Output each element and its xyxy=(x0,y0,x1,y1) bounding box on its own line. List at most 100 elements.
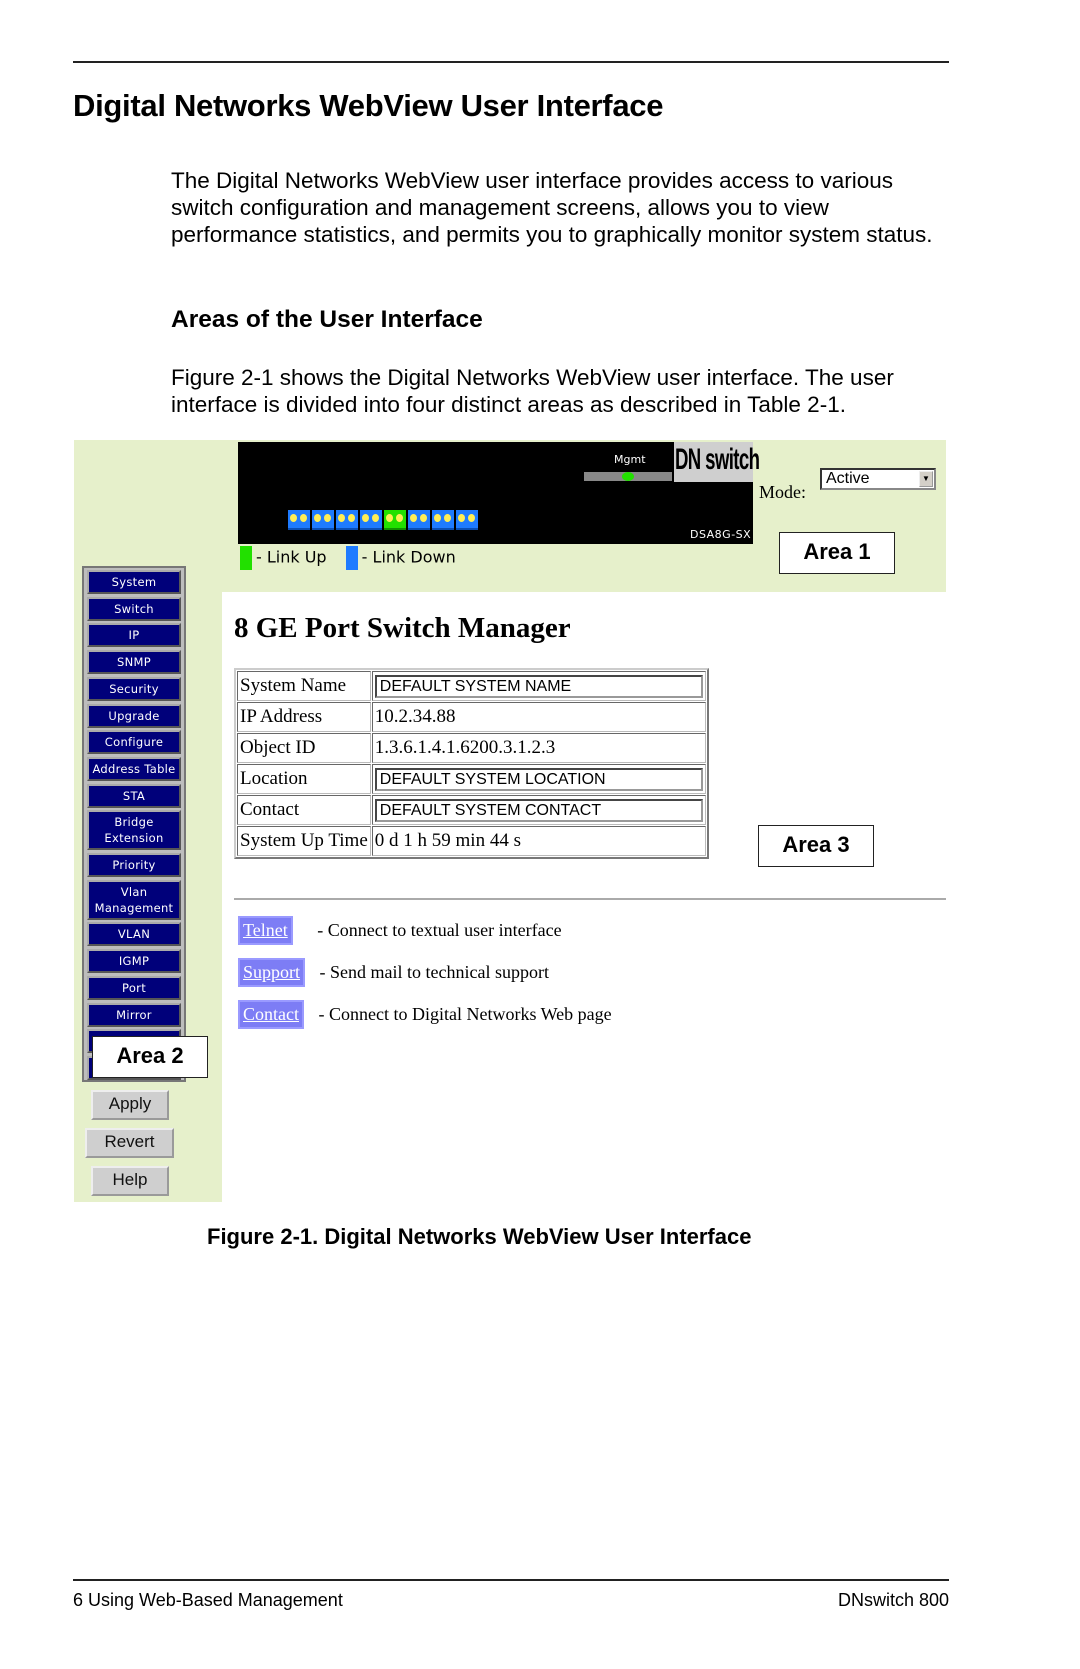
support-link[interactable]: Support xyxy=(238,958,306,987)
port-led-icon xyxy=(362,514,369,522)
system-name-input[interactable]: DEFAULT SYSTEM NAME xyxy=(374,674,703,698)
nav-item-system[interactable]: System xyxy=(87,570,181,594)
table-row: Object ID 1.3.6.1.4.1.6200.3.1.2.3 xyxy=(237,733,706,763)
contact-input[interactable]: DEFAULT SYSTEM CONTACT xyxy=(374,798,703,822)
table-row: Contact DEFAULT SYSTEM CONTACT xyxy=(237,795,706,825)
nav-item-security[interactable]: Security xyxy=(87,676,181,701)
nav-item-vlan[interactable]: VLAN xyxy=(87,922,181,947)
location-input[interactable]: DEFAULT SYSTEM LOCATION xyxy=(374,767,703,791)
area-1-label: Area 1 xyxy=(779,532,895,574)
nav-item-priority[interactable]: Priority xyxy=(87,853,181,877)
apply-button[interactable]: Apply xyxy=(91,1090,169,1120)
port-led-icon xyxy=(396,514,403,522)
port-7-icon[interactable] xyxy=(432,510,454,530)
mode-label: Mode: xyxy=(759,482,806,502)
link-up-swatch xyxy=(240,546,252,570)
link-row-support: Support - Send mail to technical support xyxy=(238,958,549,987)
footer-right: DNswitch 800 xyxy=(837,1590,949,1610)
link-legend: - Link Up - Link Down xyxy=(240,546,456,570)
port-led-icon xyxy=(338,514,345,522)
port-led-icon xyxy=(444,514,451,522)
footer-left: 6 Using Web-Based Management xyxy=(73,1590,343,1610)
port-led-icon xyxy=(300,514,307,522)
subsection-heading: Areas of the User Interface xyxy=(171,306,483,333)
figure-screenshot: Mgmt DN switch DSA8G-SX Mode: Active ▼ -… xyxy=(74,440,946,1202)
top-rule xyxy=(73,61,949,63)
port-led-icon xyxy=(458,514,465,522)
mode-value: Active xyxy=(826,470,870,487)
port-led-icon xyxy=(468,514,475,522)
port-led-icon xyxy=(348,514,355,522)
mode-select[interactable]: Active ▼ xyxy=(820,468,936,490)
nav-item-vlan-management[interactable]: Vlan Management xyxy=(87,879,181,920)
dropdown-arrow-icon[interactable]: ▼ xyxy=(919,471,933,487)
contact-link[interactable]: Contact xyxy=(238,1000,304,1029)
port-3-icon[interactable] xyxy=(336,510,358,530)
support-description: - Send mail to technical support xyxy=(319,962,549,982)
port-led-icon xyxy=(372,514,379,522)
mgmt-led-icon xyxy=(622,472,634,481)
nav-item-sta[interactable]: STA xyxy=(87,783,181,808)
uptime-value: 0 d 1 h 59 min 44 s xyxy=(371,826,706,856)
nav-item-bridge-extension[interactable]: Bridge Extension xyxy=(87,810,181,851)
port-led-icon xyxy=(410,514,417,522)
nav-item-configure[interactable]: Configure xyxy=(87,730,181,755)
brand-logo: DN switch xyxy=(675,443,760,476)
intro-paragraph: The Digital Networks WebView user interf… xyxy=(171,168,933,247)
revert-button[interactable]: Revert xyxy=(85,1128,174,1158)
area-3-label: Area 3 xyxy=(758,825,874,867)
footer-rule xyxy=(73,1579,949,1581)
link-down-swatch xyxy=(345,546,358,570)
object-id-value: 1.3.6.1.4.1.6200.3.1.2.3 xyxy=(371,733,706,763)
help-button[interactable]: Help xyxy=(91,1166,169,1196)
link-row-telnet: Telnet - Connect to textual user interfa… xyxy=(238,916,562,945)
table-row: Location DEFAULT SYSTEM LOCATION xyxy=(237,764,706,794)
port-1-icon[interactable] xyxy=(288,510,310,530)
port-led-icon xyxy=(324,514,331,522)
location-label: Location xyxy=(237,764,371,794)
nav-item-switch[interactable]: Switch xyxy=(87,596,181,621)
port-8-icon[interactable] xyxy=(456,510,478,530)
port-5-icon[interactable] xyxy=(384,510,406,530)
mgmt-label: Mgmt xyxy=(614,453,646,466)
nav-item-upgrade[interactable]: Upgrade xyxy=(87,703,181,728)
contact-label: Contact xyxy=(237,795,371,825)
port-2-icon[interactable] xyxy=(312,510,334,530)
telnet-description: - Connect to textual user interface xyxy=(317,920,562,940)
mgmt-port[interactable] xyxy=(584,472,672,481)
table-row: System Name DEFAULT SYSTEM NAME xyxy=(237,671,706,701)
object-id-label: Object ID xyxy=(237,733,371,763)
model-label: DSA8G-SX xyxy=(690,528,752,541)
link-down-label: - Link Down xyxy=(361,547,456,567)
contact-description: - Connect to Digital Networks Web page xyxy=(318,1004,612,1024)
nav-item-address-table[interactable]: Address Table xyxy=(87,756,181,781)
port-led-icon xyxy=(420,514,427,522)
telnet-link[interactable]: Telnet xyxy=(238,916,293,945)
body-paragraph: Figure 2-1 shows the Digital Networks We… xyxy=(171,365,894,417)
nav-item-ip[interactable]: IP xyxy=(87,623,181,648)
port-led-icon xyxy=(314,514,321,522)
sidebar-nav: System Switch IP SNMP Security Upgrade Configu… xyxy=(82,566,186,1082)
ip-address-label: IP Address xyxy=(237,702,371,732)
table-row: IP Address 10.2.34.88 xyxy=(237,702,706,732)
link-up-label: - Link Up xyxy=(256,547,327,567)
nav-item-port[interactable]: Port xyxy=(87,975,181,1000)
nav-item-igmp[interactable]: IGMP xyxy=(87,949,181,974)
figure-caption: Figure 2-1. Digital Networks WebView Use… xyxy=(207,1224,752,1249)
section-heading: Digital Networks WebView User Interface xyxy=(73,88,664,123)
divider xyxy=(234,898,946,900)
switch-front-panel: Mgmt DN switch DSA8G-SX xyxy=(238,442,760,544)
port-4-icon[interactable] xyxy=(360,510,382,530)
port-led-icon xyxy=(434,514,441,522)
area-2-label: Area 2 xyxy=(92,1036,208,1078)
port-led-icon xyxy=(290,514,297,522)
table-row: System Up Time 0 d 1 h 59 min 44 s xyxy=(237,826,706,856)
nav-item-snmp[interactable]: SNMP xyxy=(87,650,181,675)
nav-item-mirror[interactable]: Mirror xyxy=(87,1002,181,1027)
link-row-contact: Contact - Connect to Digital Networks We… xyxy=(238,1000,612,1029)
uptime-label: System Up Time xyxy=(237,826,371,856)
system-info-table: System Name DEFAULT SYSTEM NAME IP Addre… xyxy=(234,668,709,859)
system-name-label: System Name xyxy=(237,671,371,701)
port-6-icon[interactable] xyxy=(408,510,430,530)
ip-address-value: 10.2.34.88 xyxy=(371,702,706,732)
